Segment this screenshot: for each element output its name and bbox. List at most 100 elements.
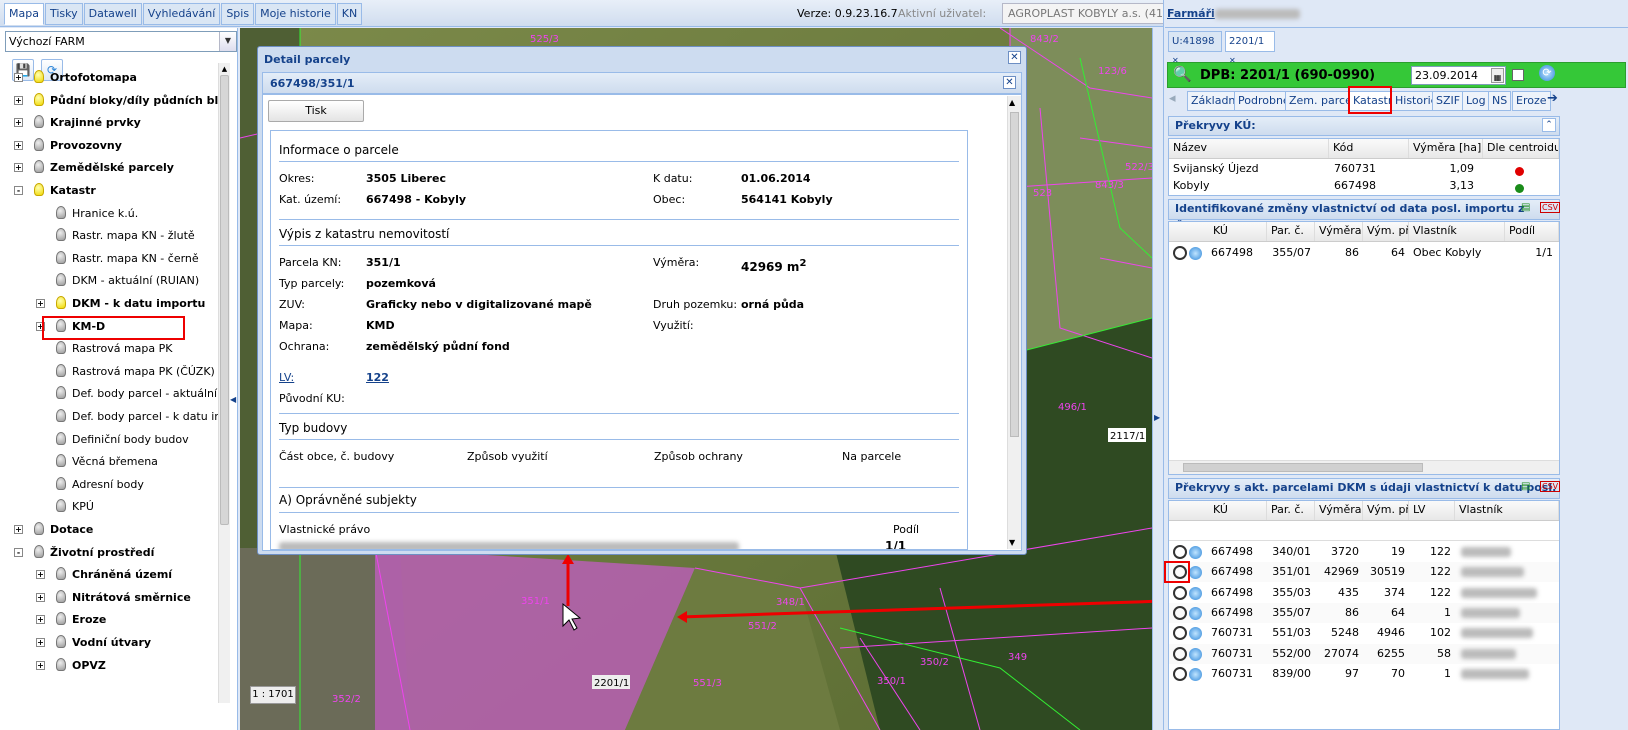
expand-icon[interactable]: + bbox=[36, 299, 45, 308]
expand-icon[interactable]: + bbox=[14, 525, 23, 534]
scroll-thumb[interactable] bbox=[1010, 112, 1019, 437]
magnifier-icon[interactable] bbox=[1173, 626, 1187, 641]
magnifier-icon[interactable] bbox=[1173, 585, 1187, 600]
column-header[interactable]: Výměra (m bbox=[1315, 222, 1363, 241]
tab-dpb[interactable]: 2201/1 ✕ bbox=[1225, 31, 1275, 65]
table-row[interactable]: Kobyly 667498 3,13 bbox=[1169, 177, 1559, 194]
excel-icon[interactable]: ▤ bbox=[1521, 202, 1530, 213]
expand-icon[interactable]: + bbox=[14, 140, 23, 150]
farm-select[interactable]: Výchozí FARM ▼ bbox=[5, 31, 237, 52]
expand-icon[interactable]: + bbox=[14, 73, 23, 82]
scroll-thumb[interactable] bbox=[1183, 463, 1423, 472]
lightbulb-icon[interactable] bbox=[56, 409, 66, 422]
lightbulb-icon[interactable] bbox=[56, 431, 66, 445]
tab-scroll-right-icon[interactable]: ➔ bbox=[1547, 91, 1558, 106]
column-header[interactable]: Par. č. bbox=[1267, 222, 1315, 241]
tab-mapa[interactable]: Mapa bbox=[4, 3, 44, 25]
table-row[interactable]: 760731 839/00 97 70 1 bbox=[1169, 664, 1559, 684]
expand-icon[interactable]: + bbox=[14, 95, 23, 105]
lightbulb-icon[interactable] bbox=[56, 341, 66, 355]
lightbulb-icon[interactable] bbox=[56, 657, 66, 671]
column-header[interactable]: Vlastník bbox=[1455, 501, 1559, 520]
tab-log[interactable]: Log bbox=[1462, 91, 1490, 111]
refresh-icon[interactable] bbox=[1189, 586, 1202, 600]
column-header[interactable]: Název bbox=[1169, 139, 1329, 158]
column-header[interactable]: Dle centroidu bbox=[1483, 139, 1559, 158]
print-button[interactable]: Tisk bbox=[268, 100, 364, 122]
collapse-right-icon[interactable]: ▶ bbox=[1154, 413, 1160, 422]
magnifier-icon[interactable] bbox=[1173, 246, 1187, 260]
lv-link[interactable]: 122 bbox=[366, 371, 389, 384]
table-row[interactable]: Svijanský Újezd 760731 1,09 bbox=[1169, 160, 1559, 177]
scroll-up-icon[interactable]: ▲ bbox=[220, 65, 229, 74]
scroll-up-icon[interactable]: ▲ bbox=[1009, 98, 1015, 107]
lightbulb-icon[interactable] bbox=[34, 544, 44, 558]
search-icon[interactable]: 🔍 bbox=[1173, 65, 1192, 83]
tab-szif[interactable]: SZIF bbox=[1432, 91, 1465, 111]
lightbulb-icon[interactable] bbox=[56, 386, 66, 400]
table-row[interactable]: 667498 355/03 435 374 122 bbox=[1169, 583, 1559, 603]
expand-icon[interactable]: + bbox=[36, 615, 45, 625]
lightbulb-icon[interactable] bbox=[34, 160, 44, 174]
magnifier-icon[interactable] bbox=[1173, 545, 1187, 559]
tab-vyhledávání[interactable]: Vyhledávání bbox=[142, 3, 221, 25]
collapse-icon[interactable]: - bbox=[14, 547, 23, 557]
table-row[interactable]: 760731 551/03 5248 4946 102 bbox=[1169, 623, 1559, 643]
expand-icon[interactable]: + bbox=[36, 638, 45, 647]
lightbulb-icon[interactable] bbox=[56, 635, 66, 648]
tab-datawell[interactable]: Datawell bbox=[83, 3, 142, 25]
refresh-icon[interactable]: ⟳ bbox=[1539, 65, 1555, 81]
dkm-filter-row[interactable] bbox=[1169, 521, 1559, 541]
close-dialog-button[interactable]: ✕ bbox=[1008, 51, 1021, 64]
dialog-scrollbar[interactable]: ▲ ▼ bbox=[1007, 96, 1021, 549]
scroll-thumb[interactable] bbox=[220, 75, 229, 525]
lightbulb-icon[interactable] bbox=[56, 273, 66, 287]
table-row[interactable]: 667498 351/01 42969 30519 122 bbox=[1169, 562, 1559, 583]
lightbulb-icon[interactable] bbox=[56, 589, 66, 603]
tab-scroll-left-icon[interactable]: ◂ bbox=[1169, 91, 1183, 111]
close-subpanel-button[interactable]: ✕ bbox=[1003, 76, 1016, 89]
column-header[interactable]: Vým. přel bbox=[1363, 222, 1409, 241]
column-header[interactable]: KÚ bbox=[1209, 222, 1267, 241]
table-row[interactable]: 667498 355/07 86 64 Obec Kobyly 1/1 bbox=[1169, 243, 1559, 263]
lightbulb-icon[interactable] bbox=[56, 250, 66, 264]
calendar-icon[interactable]: ▦ bbox=[1491, 68, 1504, 83]
tab-ns[interactable]: NS bbox=[1488, 91, 1512, 111]
table-row[interactable]: 667498 355/07 86 64 1 bbox=[1169, 602, 1559, 623]
expand-icon[interactable]: + bbox=[36, 592, 45, 602]
lightbulb-icon[interactable] bbox=[56, 499, 66, 513]
refresh-icon[interactable] bbox=[1189, 566, 1202, 580]
lightbulb-icon[interactable] bbox=[56, 296, 66, 309]
lightbulb-icon[interactable] bbox=[56, 363, 66, 377]
refresh-icon[interactable] bbox=[1189, 247, 1202, 260]
refresh-icon[interactable] bbox=[1189, 647, 1202, 661]
expand-icon[interactable]: + bbox=[36, 570, 45, 580]
collapse-icon[interactable]: ⌃ bbox=[1542, 118, 1556, 132]
excel-icon[interactable]: ▤ bbox=[1521, 481, 1530, 492]
refresh-icon[interactable] bbox=[1189, 627, 1202, 641]
lightbulb-icon[interactable] bbox=[34, 92, 44, 106]
lightbulb-icon[interactable] bbox=[34, 70, 44, 83]
column-header[interactable]: Kód bbox=[1329, 139, 1409, 158]
refresh-icon[interactable] bbox=[1189, 546, 1202, 559]
csv-icon[interactable]: CSV bbox=[1540, 202, 1561, 213]
column-header[interactable]: Výměra (m bbox=[1315, 501, 1363, 520]
lightbulb-icon[interactable] bbox=[56, 454, 66, 468]
csv-icon[interactable]: CSV bbox=[1540, 481, 1561, 492]
column-header[interactable]: Podíl bbox=[1505, 222, 1559, 241]
tab-kn[interactable]: KN bbox=[336, 3, 363, 25]
magnifier-icon[interactable] bbox=[1173, 666, 1187, 681]
lightbulb-icon[interactable] bbox=[56, 476, 66, 490]
tab-eroze[interactable]: Eroze bbox=[1512, 91, 1551, 111]
column-header[interactable]: Par. č. bbox=[1267, 501, 1315, 520]
lightbulb-icon[interactable] bbox=[56, 567, 66, 581]
scroll-down-icon[interactable]: ▼ bbox=[1009, 538, 1015, 547]
column-header[interactable]: Výměra [ha] bbox=[1409, 139, 1483, 158]
lightbulb-icon[interactable] bbox=[34, 522, 44, 535]
tab-farmer[interactable]: U:41898 ✕ bbox=[1168, 31, 1222, 65]
lightbulb-icon[interactable] bbox=[34, 137, 44, 151]
expand-icon[interactable]: + bbox=[14, 163, 23, 173]
magnifier-icon[interactable] bbox=[1173, 605, 1187, 620]
lightbulb-icon[interactable] bbox=[56, 228, 66, 242]
column-header[interactable]: Vým. přel bbox=[1363, 501, 1409, 520]
